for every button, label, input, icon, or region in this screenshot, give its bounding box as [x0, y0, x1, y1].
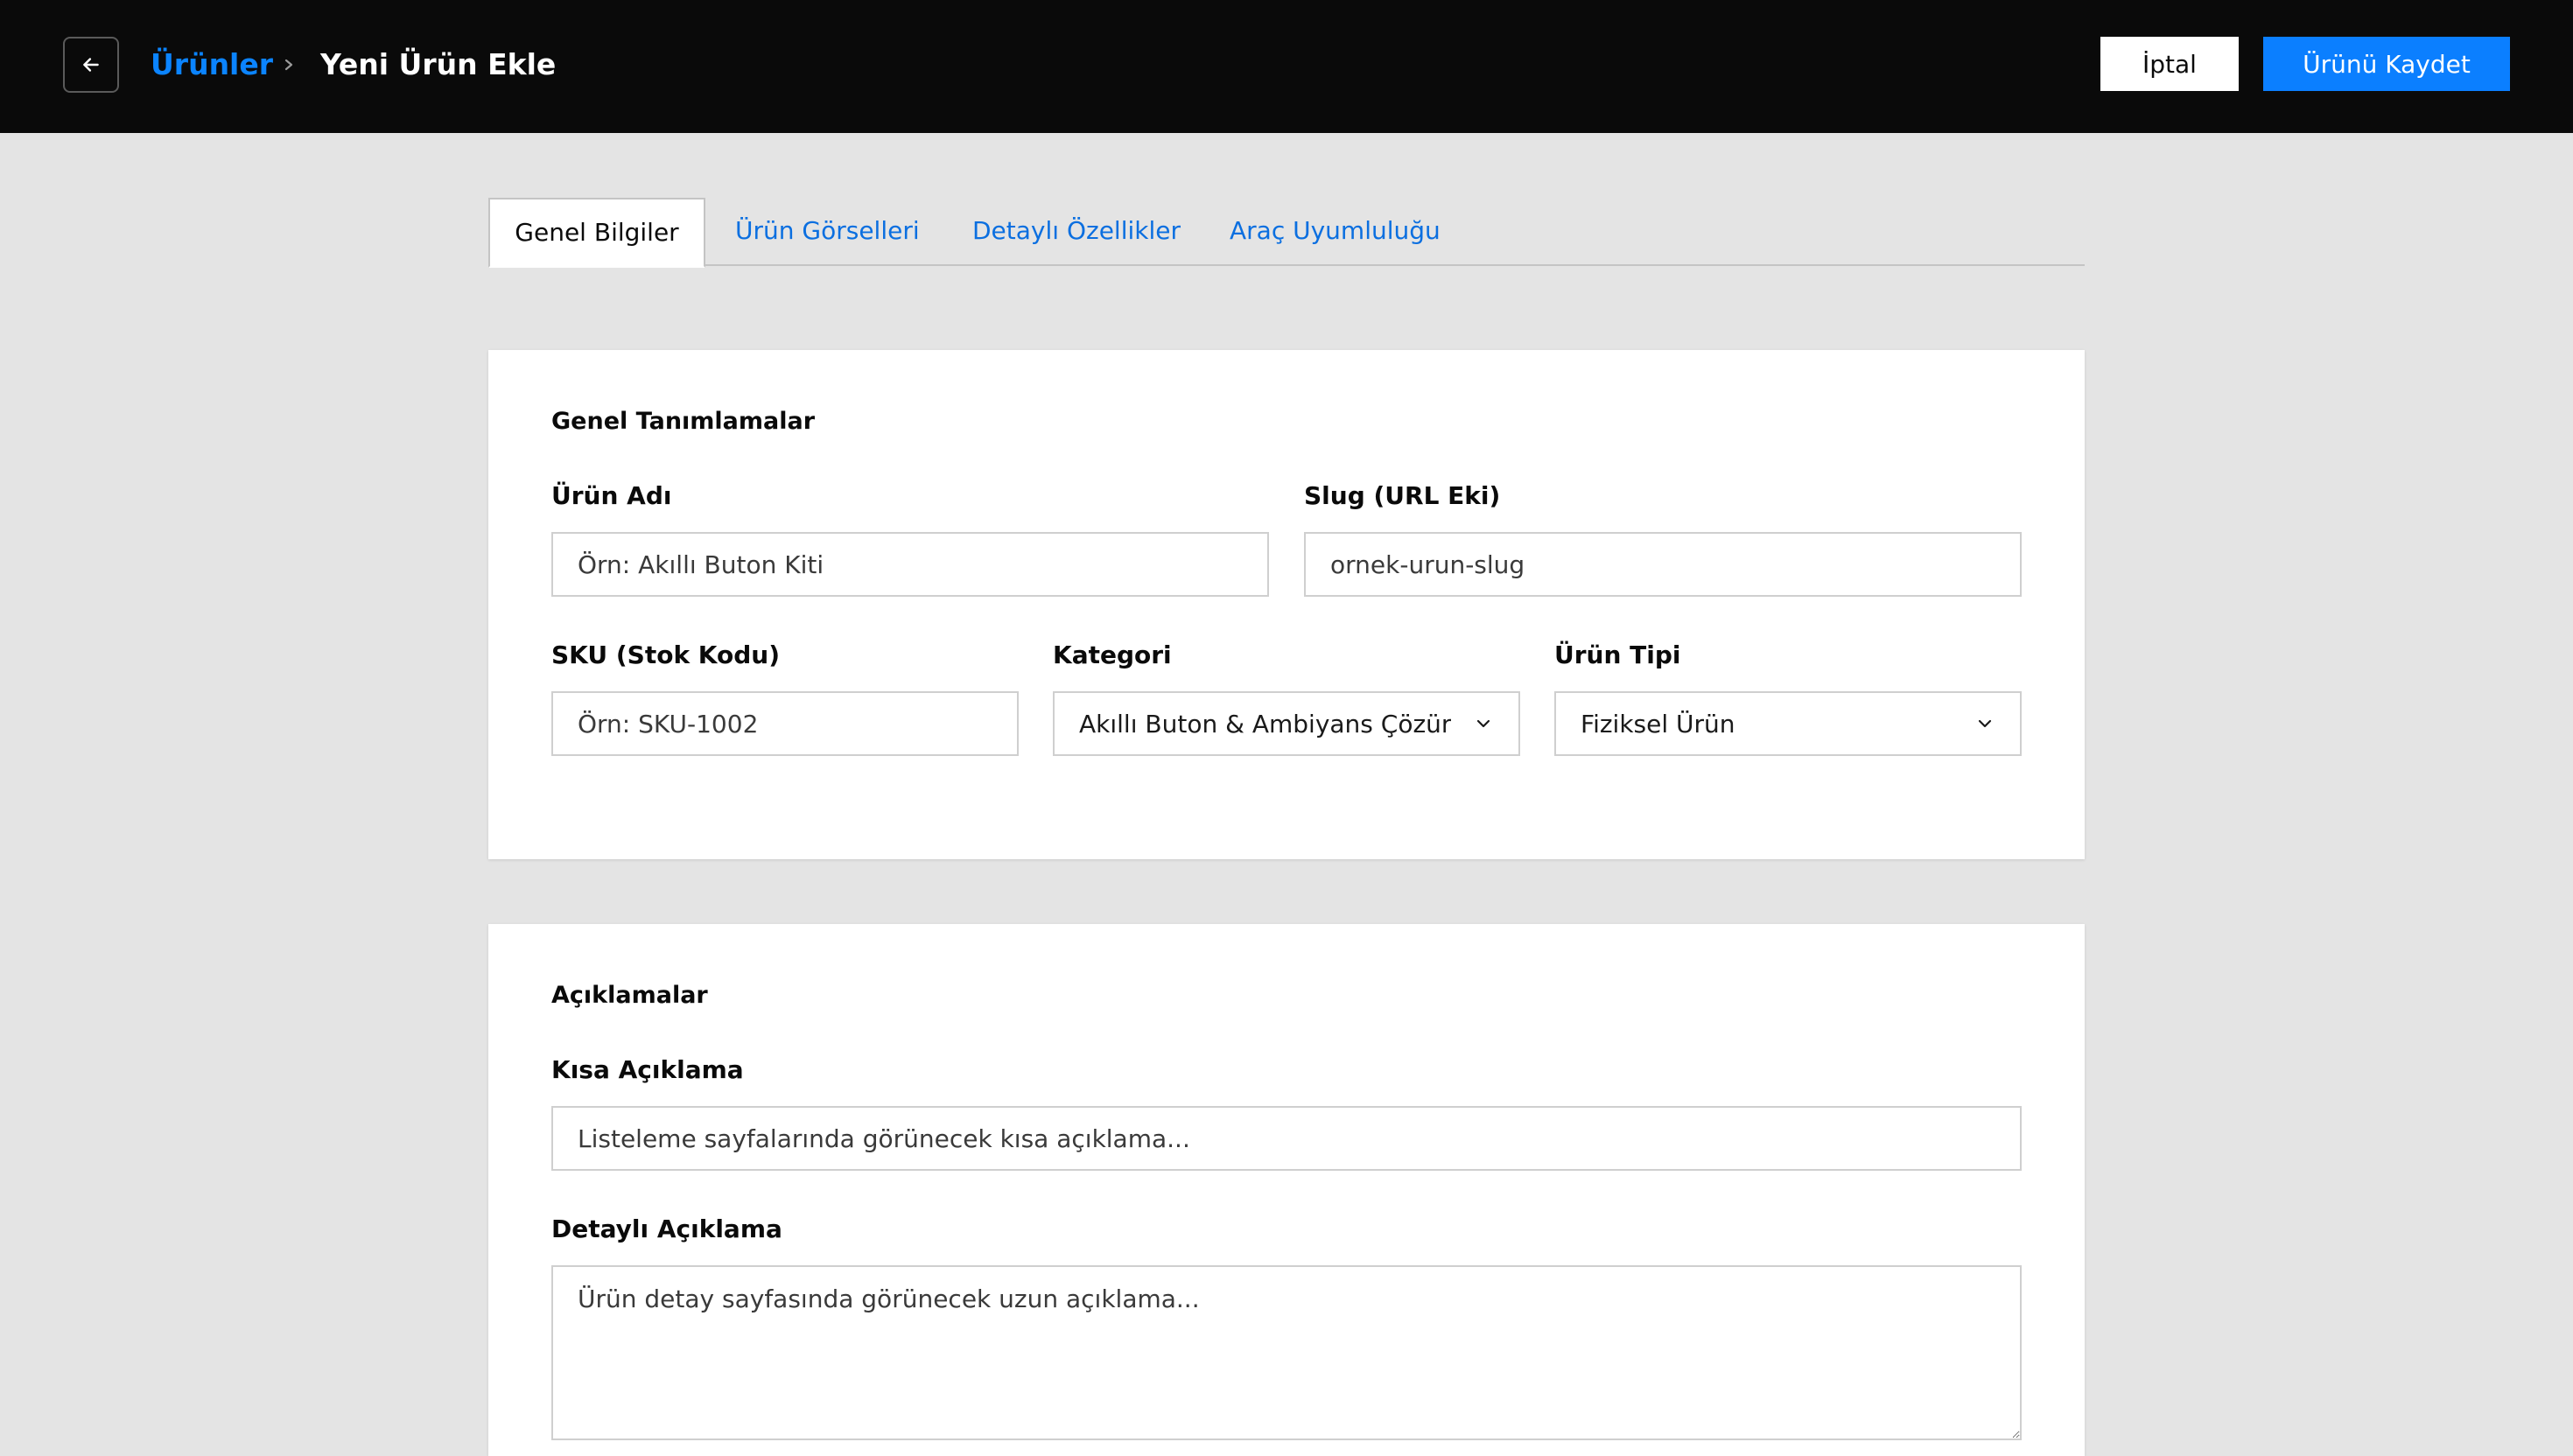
sku-input[interactable]	[551, 691, 1019, 756]
back-button[interactable]	[63, 37, 119, 93]
sku-label: SKU (Stok Kodu)	[551, 640, 781, 669]
product-type-selected-value: Fiziksel Ürün	[1581, 709, 1735, 738]
general-definitions-card: Genel Tanımlamalar Ürün Adı Slug (URL Ek…	[488, 350, 2085, 859]
detailed-description-textarea[interactable]	[551, 1265, 2022, 1440]
detailed-description-label: Detaylı Açıklama	[551, 1214, 782, 1243]
category-label: Kategori	[1053, 640, 1172, 669]
product-type-label: Ürün Tipi	[1554, 640, 1681, 669]
section-title: Genel Tanımlamalar	[551, 408, 816, 435]
category-select[interactable]: Akıllı Buton & Ambiyans Çözür	[1053, 691, 1520, 756]
short-description-input[interactable]	[551, 1106, 2022, 1171]
category-selected-value: Akıllı Buton & Ambiyans Çözür	[1079, 709, 1452, 738]
tab-product-images[interactable]: Ürün Görselleri	[735, 198, 920, 266]
descriptions-card: Açıklamalar Kısa Açıklama Detaylı Açıkla…	[488, 924, 2085, 1456]
cancel-button[interactable]: İptal	[2100, 37, 2239, 91]
short-description-label: Kısa Açıklama	[551, 1055, 744, 1084]
page-title: Yeni Ürün Ekle	[320, 47, 557, 81]
tab-general-info[interactable]: Genel Bilgiler	[488, 198, 705, 268]
tab-bar: Genel Bilgiler Ürün Görselleri Detaylı Ö…	[488, 198, 2085, 268]
section-title: Açıklamalar	[551, 982, 708, 1009]
slug-input[interactable]	[1304, 532, 2022, 597]
product-type-select[interactable]: Fiziksel Ürün	[1554, 691, 2022, 756]
chevron-down-icon	[1978, 719, 1992, 728]
tab-detailed-features[interactable]: Detaylı Özellikler	[972, 198, 1181, 266]
top-bar: Ürünler Yeni Ürün Ekle İptal Ürünü Kayde…	[0, 0, 2573, 133]
slug-label: Slug (URL Eki)	[1304, 481, 1501, 510]
chevron-down-icon	[1476, 719, 1490, 728]
chevron-right-icon	[278, 47, 299, 82]
product-name-input[interactable]	[551, 532, 1269, 597]
tab-vehicle-compatibility[interactable]: Araç Uyumluluğu	[1230, 198, 1441, 266]
product-name-label: Ürün Adı	[551, 481, 672, 510]
save-product-button[interactable]: Ürünü Kaydet	[2263, 37, 2510, 91]
breadcrumb-products-link[interactable]: Ürünler	[151, 44, 273, 86]
arrow-left-icon	[83, 58, 99, 72]
